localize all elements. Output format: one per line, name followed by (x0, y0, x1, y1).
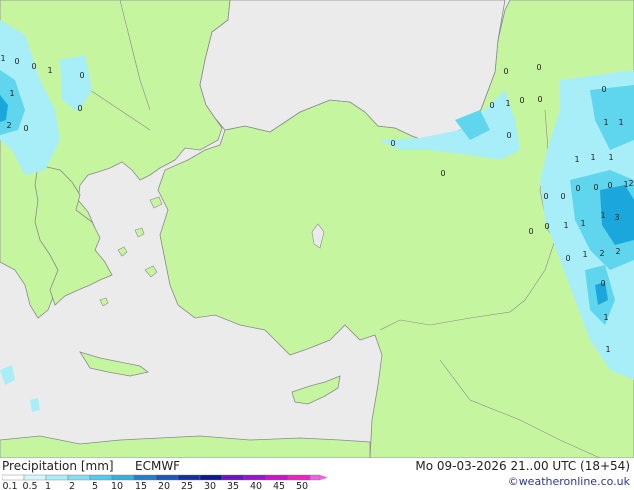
credit-link[interactable]: ©weatheronline.co.uk (508, 475, 630, 489)
point-value: 1 (590, 153, 595, 162)
point-value: 0 (543, 192, 548, 201)
point-value: 2 (628, 179, 633, 188)
point-value: 1 (47, 66, 52, 75)
legend-swatch (89, 474, 113, 481)
point-value: 1 (608, 153, 613, 162)
point-value: 0 (506, 131, 511, 140)
legend-label: 50 (296, 481, 308, 490)
legend-label: 2 (69, 481, 75, 490)
point-value: 0 (79, 71, 84, 80)
point-value: 1 (505, 99, 510, 108)
map-footer: Precipitation [mm] ECMWF Mo 09-03-2026 2… (0, 458, 634, 490)
point-value: 0 (519, 96, 524, 105)
precipitation-map: 1 0 0 1 0 1 0 2 0 0 0 0 0 1 0 0 0 0 0 1 … (0, 0, 634, 458)
legend-label: 40 (250, 481, 262, 490)
point-value: 0 (536, 63, 541, 72)
legend-label: 45 (273, 481, 285, 490)
point-value: 0 (600, 279, 605, 288)
legend-swatch (155, 474, 179, 481)
point-value: 0 (544, 222, 549, 231)
point-value: 0 (607, 181, 612, 190)
legend-label: 0.5 (22, 481, 37, 490)
legend-label: 30 (204, 481, 216, 490)
legend-swatch (199, 474, 223, 481)
point-value: 0 (14, 57, 19, 66)
point-value: 0 (537, 95, 542, 104)
legend-label: 25 (181, 481, 193, 490)
point-value: 3 (614, 213, 619, 222)
legend-swatch (287, 474, 311, 481)
color-legend: 0.1 0.5 1 2 5 10 15 20 25 30 35 40 45 50 (2, 474, 328, 490)
legend-swatch (243, 474, 267, 481)
point-value: 0 (31, 62, 36, 71)
legend-label: 15 (135, 481, 147, 490)
legend-label: 35 (227, 481, 239, 490)
point-value: 1 (0, 54, 5, 63)
legend-swatch (133, 474, 157, 481)
point-value: 1 (605, 345, 610, 354)
point-value: 1 (563, 221, 568, 230)
legend-swatch (309, 474, 321, 481)
point-value: 0 (440, 169, 445, 178)
point-value: 0 (503, 67, 508, 76)
legend-swatch (221, 474, 245, 481)
point-value: 0 (390, 139, 395, 148)
legend-label: 1 (45, 481, 51, 490)
point-value: 1 (618, 118, 623, 127)
point-value: 0 (528, 227, 533, 236)
legend-swatch (45, 474, 69, 481)
point-value: 1 (603, 118, 608, 127)
legend-swatch (265, 474, 289, 481)
point-value: 0 (560, 192, 565, 201)
legend-label: 0.1 (2, 481, 17, 490)
point-value: 2 (599, 249, 604, 258)
point-value: 1 (600, 211, 605, 220)
point-value: 0 (593, 183, 598, 192)
point-value: 0 (489, 101, 494, 110)
legend-swatch (177, 474, 201, 481)
point-value: 0 (77, 104, 82, 113)
point-value: 1 (574, 155, 579, 164)
point-value: 1 (9, 89, 14, 98)
legend-swatch (111, 474, 135, 481)
legend-swatch (2, 474, 25, 481)
legend-label: 10 (111, 481, 123, 490)
legend-arrow (320, 475, 328, 480)
point-value: 1 (582, 250, 587, 259)
point-value: 0 (565, 254, 570, 263)
legend-swatch (23, 474, 47, 481)
point-value: 2 (615, 247, 620, 256)
point-value: 1 (580, 219, 585, 228)
legend-label: 5 (92, 481, 98, 490)
legend-swatch (67, 474, 91, 481)
point-value: 0 (575, 184, 580, 193)
point-value: 2 (6, 121, 11, 130)
valid-datetime: Mo 09-03-2026 21..00 UTC (18+54) (415, 459, 630, 473)
point-value: 0 (601, 85, 606, 94)
map-title: Precipitation [mm] (2, 459, 114, 473)
legend-label: 20 (158, 481, 170, 490)
point-value: 1 (603, 313, 608, 322)
model-name: ECMWF (135, 459, 181, 473)
africa-land (0, 435, 371, 458)
point-value: 0 (23, 124, 28, 133)
